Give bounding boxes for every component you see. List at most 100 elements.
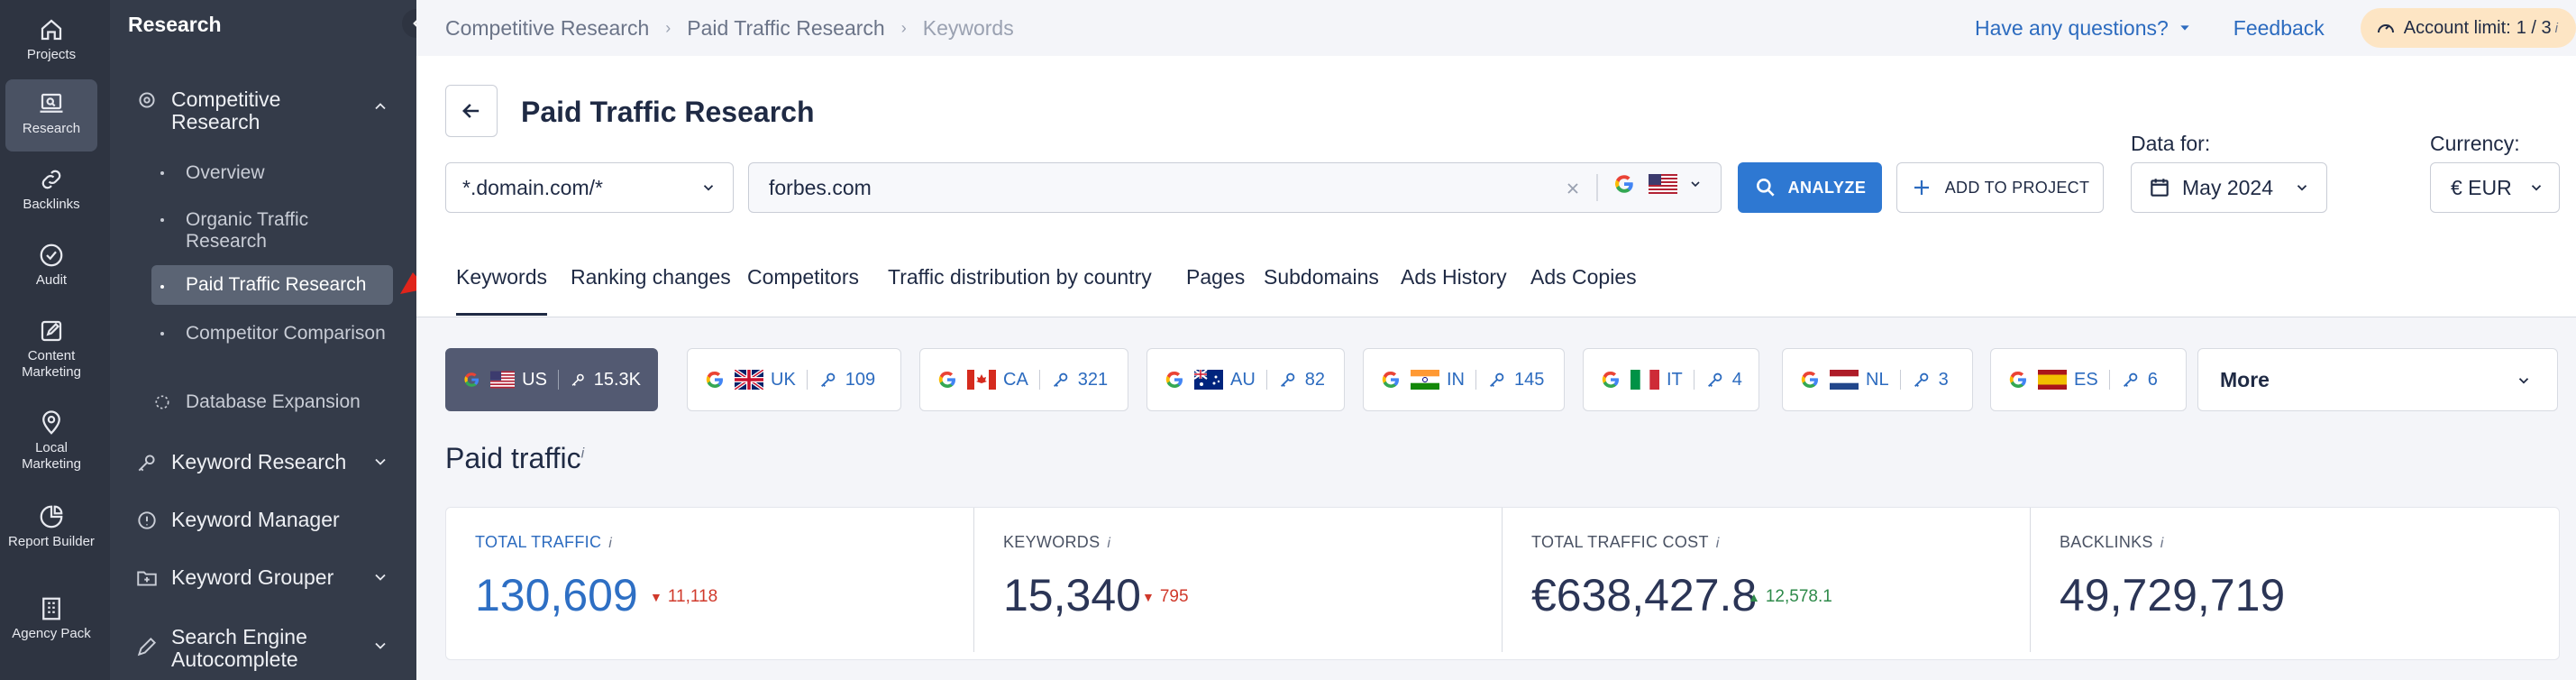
sidebar-subitem-database-expansion[interactable]: Database Expansion [151, 391, 393, 413]
rail-label: Backlinks [23, 197, 80, 212]
info-icon[interactable]: i [608, 536, 612, 551]
database-tab-nl[interactable]: NL 3 [1782, 348, 1973, 411]
rail-item-research[interactable]: Research [5, 79, 97, 152]
sidebar-item-label: Keyword Grouper [171, 565, 334, 589]
domain-search-input[interactable] [769, 175, 1490, 200]
add-to-project-button[interactable]: ADD TO PROJECT [1896, 162, 2104, 213]
building-icon [42, 597, 60, 620]
topbar: Competitive Research › Paid Traffic Rese… [416, 0, 2576, 56]
database-tab-it[interactable]: IT 4 [1583, 348, 1759, 411]
date-select[interactable]: May 2024 [2131, 162, 2327, 213]
scope-select[interactable]: *.domain.com/* [445, 162, 734, 213]
research-icon [40, 93, 63, 113]
stat-value[interactable]: 49,729,719 [2060, 569, 2285, 621]
scope-select-value: *.domain.com/* [462, 175, 603, 199]
tab-ranking-changes[interactable]: Ranking changes [571, 265, 731, 313]
link-icon [41, 170, 61, 189]
breadcrumb: Competitive Research › Paid Traffic Rese… [445, 16, 1014, 41]
stat-value[interactable]: €638,427.8 [1531, 569, 1757, 621]
expand-icon [155, 395, 169, 409]
tab-pages[interactable]: Pages [1186, 265, 1245, 313]
sidebar-subitem-paid-traffic-research[interactable]: Paid Traffic Research [151, 265, 393, 305]
tab-keywords[interactable]: Keywords [456, 265, 547, 316]
currency-select[interactable]: € EUR [2430, 162, 2560, 213]
database-code: IT [1667, 369, 1683, 390]
questions-dropdown[interactable]: Have any questions? [1975, 16, 2192, 41]
google-icon [1801, 371, 1819, 389]
edit-icon [41, 320, 62, 342]
main-content: Competitive Research › Paid Traffic Rese… [416, 0, 2576, 680]
database-tab-es[interactable]: ES 6 [1990, 348, 2187, 411]
engine-region-select[interactable] [1612, 172, 1703, 196]
google-icon [938, 371, 956, 389]
uk-flag-icon [735, 370, 763, 390]
sidebar-item-competitive-research[interactable]: Competitive Research [135, 88, 398, 133]
pencil-icon [137, 637, 157, 657]
tab-competitors[interactable]: Competitors [747, 265, 859, 313]
sidebar-subitem-organic-traffic-research[interactable]: Organic Traffic Research [151, 209, 393, 253]
breadcrumb-item[interactable]: Paid Traffic Research [687, 16, 884, 41]
rail-label: Audit [35, 272, 68, 288]
topbar-right: Have any questions? Feedback Account lim… [1975, 0, 2576, 56]
tab-ads-history[interactable]: Ads History [1401, 265, 1507, 313]
back-button[interactable] [445, 85, 498, 137]
sidebar-item-keyword-research[interactable]: Keyword Research [135, 451, 398, 474]
chevron-down-icon [703, 185, 714, 191]
rail-item-report-builder[interactable]: Report Builder [5, 498, 97, 572]
breadcrumb-item[interactable]: Competitive Research [445, 16, 649, 41]
tab-ads-copies[interactable]: Ads Copies [1530, 265, 1637, 313]
rail-item-agency-pack[interactable]: Agency Pack [5, 590, 97, 664]
sidebar-item-label: Keyword Research [171, 450, 347, 473]
stat-value[interactable]: 130,609 [475, 569, 638, 621]
database-tab-au[interactable]: AU 82 [1146, 348, 1345, 411]
section-title-text: Paid traffic [445, 442, 581, 474]
rail-item-audit[interactable]: Audit [5, 236, 97, 301]
database-tab-us[interactable]: US 15.3K [445, 348, 658, 411]
database-tab-in[interactable]: IN 145 [1363, 348, 1565, 411]
key-icon [1707, 372, 1722, 387]
tab-traffic-distribution[interactable]: Traffic distribution by country [888, 265, 1152, 313]
date-select-value: May 2024 [2182, 175, 2274, 199]
stat-delta: ▲ 12,578.1 [1748, 587, 1832, 606]
info-icon[interactable]: i [2160, 536, 2164, 551]
pin-icon [42, 410, 60, 435]
it-flag-icon [1631, 370, 1659, 390]
clear-icon[interactable] [1564, 179, 1582, 198]
more-databases-select[interactable]: More [2197, 348, 2558, 411]
chevron-down-icon [1691, 181, 1700, 188]
sidebar-item-keyword-manager[interactable]: Keyword Manager [135, 509, 398, 532]
account-limit-value: 1 / 3 [2516, 17, 2552, 38]
sidebar-item-search-engine-autocomplete[interactable]: Search Engine Autocomplete [135, 626, 398, 671]
stat-value[interactable]: 15,340 [1003, 569, 1141, 621]
domain-search-box[interactable] [748, 162, 1722, 213]
sidebar-subitem-competitor-comparison[interactable]: Competitor Comparison [151, 323, 393, 345]
key-icon [1490, 372, 1504, 387]
feedback-link[interactable]: Feedback [2233, 16, 2325, 41]
google-icon [1602, 371, 1620, 389]
section-title: Paid traffici [445, 442, 584, 475]
chevron-down-icon [375, 642, 386, 649]
sidebar-subitem-overview[interactable]: Overview [151, 162, 393, 184]
rail-item-backlinks[interactable]: Backlinks [5, 161, 97, 225]
database-tab-ca[interactable]: CA 321 [919, 348, 1128, 411]
rail-item-local-marketing[interactable]: Local Marketing [5, 404, 97, 478]
folder-icon [137, 571, 157, 586]
info-icon[interactable]: i [1716, 536, 1720, 551]
info-icon[interactable]: i [2555, 21, 2558, 36]
tab-subdomains[interactable]: Subdomains [1264, 265, 1379, 313]
currency-select-value: € EUR [2451, 175, 2512, 199]
sidebar-item-keyword-grouper[interactable]: Keyword Grouper [135, 566, 398, 590]
database-tab-uk[interactable]: UK 109 [687, 348, 901, 411]
analyze-button[interactable]: ANALYZE [1738, 162, 1882, 213]
us-flag-icon [1649, 174, 1677, 194]
gauge-icon [2377, 24, 2394, 33]
account-limit-badge[interactable]: Account limit: 1 / 3 i [2360, 8, 2576, 48]
rail-item-content-marketing[interactable]: Content Marketing [5, 312, 97, 386]
info-icon[interactable]: i [1107, 536, 1110, 551]
info-icon[interactable]: i [581, 446, 585, 461]
stat-label: KEYWORDS i [1003, 533, 1111, 551]
stat-label: BACKLINKS i [2060, 533, 2164, 551]
sidebar-item-label: Keyword Manager [171, 508, 340, 531]
rail-item-projects[interactable]: Projects [5, 7, 97, 72]
google-icon [1165, 371, 1183, 389]
